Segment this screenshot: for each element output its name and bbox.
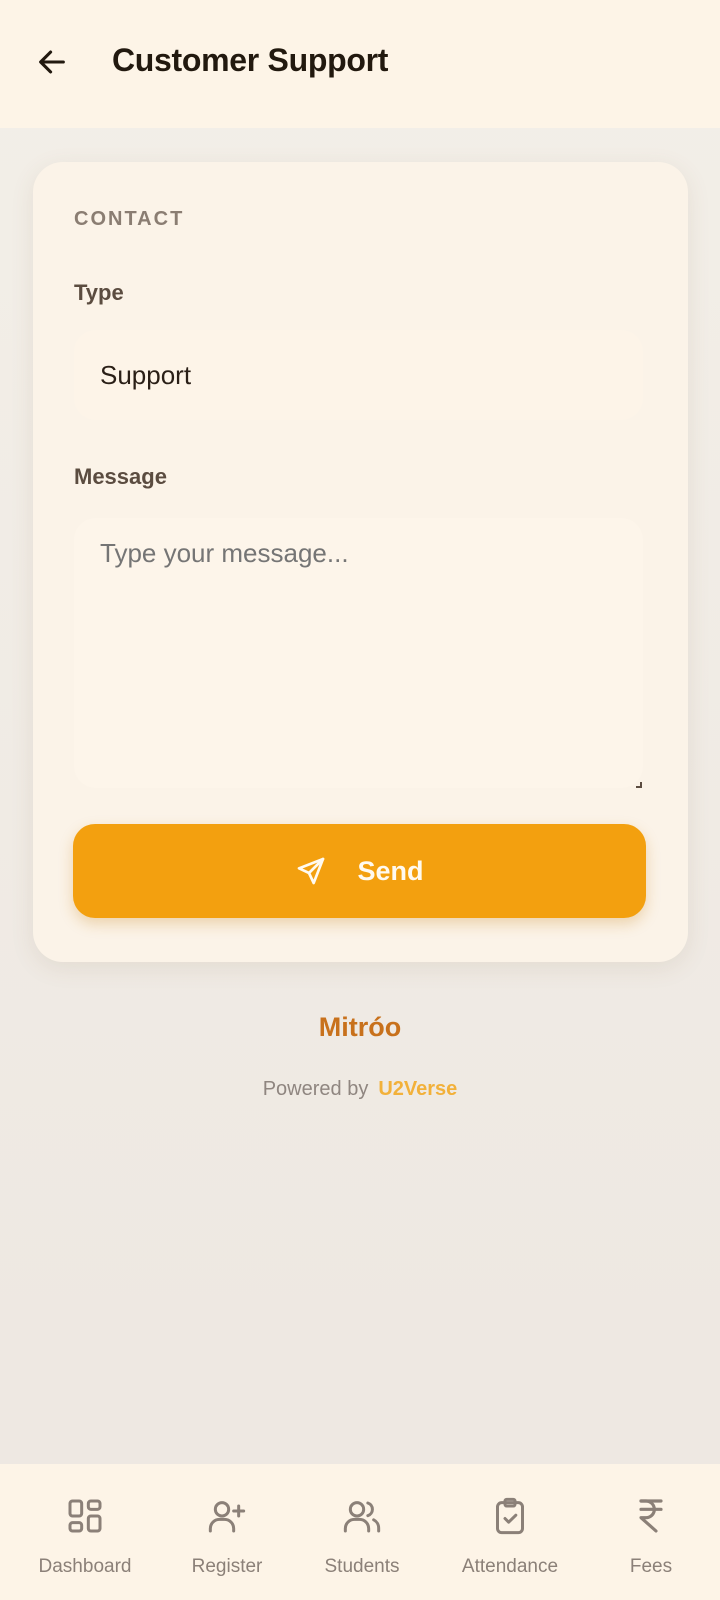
type-label: Type [74,280,124,305]
type-value: Support [100,359,192,390]
nav-label-dashboard: Dashboard [38,1556,132,1577]
powered-by-brand: U2Verse [378,1078,458,1100]
send-button[interactable]: Send [73,824,646,918]
app-bar: Customer Support [0,0,720,128]
nav-item-attendance[interactable]: Attendance [450,1464,570,1600]
clipboard-check-icon [488,1494,532,1538]
send-label: Send [357,855,424,886]
nav-label-attendance: Attendance [461,1556,559,1577]
nav-label-register: Register [191,1556,263,1577]
message-textarea[interactable] [74,518,643,788]
resize-handle-icon[interactable] [636,782,642,788]
nav-label-fees: Fees [629,1556,673,1577]
nav-item-students[interactable]: Students [307,1464,417,1600]
send-icon [295,855,327,887]
user-plus-icon [205,1494,249,1538]
message-label: Message [74,464,167,489]
nav-item-register[interactable]: Register [172,1464,282,1600]
section-label: CONTACT [74,208,185,230]
nav-item-dashboard[interactable]: Dashboard [30,1464,140,1600]
nav-label-students: Students [324,1556,400,1577]
nav-item-fees[interactable]: Fees [596,1464,706,1600]
users-icon [340,1494,384,1538]
back-button[interactable] [30,40,74,84]
type-select[interactable]: Support [74,330,643,420]
powered-by-text: Powered by [262,1078,369,1100]
rupee-icon [629,1494,673,1538]
powered-by-line: Powered by U2Verse [0,1078,720,1101]
contact-card: CONTACT Type Support Message Send [33,162,688,962]
page-title: Customer Support [112,42,389,78]
app-brand: Mitróo [318,1012,402,1042]
dashboard-icon [63,1494,107,1538]
arrow-left-icon [39,50,65,74]
bottom-nav: Dashboard Register Students Attendance F… [0,1464,720,1600]
